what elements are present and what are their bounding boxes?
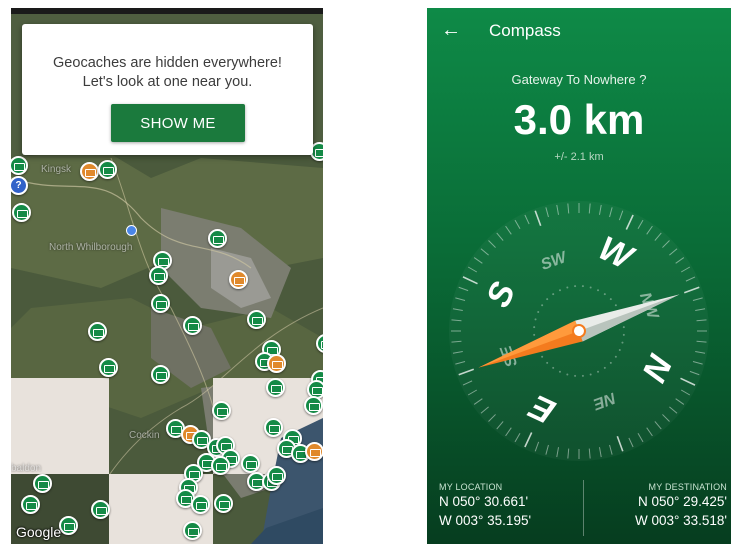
geocache-marker[interactable] (247, 310, 266, 329)
dial-inner-dot (566, 373, 569, 376)
my-location-panel: MY LOCATION N 050° 30.661' W 003° 35.195… (439, 482, 531, 530)
dial-inner-dot (574, 285, 577, 288)
geocache-marker[interactable] (208, 229, 227, 248)
onboarding-text-line2: Let's look at one near you. (82, 74, 253, 90)
google-attribution: Google (16, 524, 62, 540)
dial-inner-dot (558, 289, 561, 292)
onboarding-text-line1: Geocaches are hidden everywhere! (53, 55, 282, 71)
show-me-button[interactable]: SHOW ME (111, 104, 245, 142)
dial-inner-dot (609, 298, 612, 301)
my-destination-lon: W 003° 33.518' (634, 513, 727, 528)
my-destination-lat: N 050° 29.425' (637, 494, 727, 509)
my-location-lon: W 003° 35.195' (439, 513, 532, 528)
my-destination-label: MY DESTINATION (648, 482, 727, 492)
distance-readout: 3.0 km (513, 96, 645, 143)
geocache-marker[interactable] (151, 294, 170, 313)
my-location-lat: N 050° 30.661' (439, 494, 529, 509)
question-icon: ? (15, 180, 22, 191)
dial-inner-dot (566, 286, 569, 289)
arrow-left-icon[interactable]: ← (439, 18, 463, 42)
geocache-marker[interactable] (33, 474, 52, 493)
dial-inner-dot (558, 370, 561, 373)
dial-inner-dot (603, 366, 606, 369)
dial-inner-dot (603, 293, 606, 296)
dial-inner-dot (622, 333, 625, 336)
dial-inner-dot (597, 289, 600, 292)
geocache-marker[interactable] (266, 378, 285, 397)
dial-inner-dot (609, 361, 612, 364)
geocache-marker[interactable] (151, 365, 170, 384)
onboarding-card: Geocaches are hidden everywhere! Let's l… (22, 24, 313, 155)
geocache-marker-highlight[interactable] (80, 162, 99, 181)
dial-inner-dot (533, 333, 536, 336)
panel-divider (583, 480, 584, 536)
map-place-label: North Whilborough (49, 242, 133, 253)
geocache-marker[interactable] (267, 466, 286, 485)
geocache-marker[interactable] (264, 418, 283, 437)
map-place-label: baldon (11, 463, 42, 474)
dial-inner-dot (622, 326, 625, 329)
geocache-marker[interactable] (304, 396, 323, 415)
cache-name: Gateway To Nowhere ? (511, 72, 647, 87)
dial-inner-dot (589, 373, 592, 376)
dial-inner-dot (541, 355, 544, 358)
dial-inner-dot (614, 355, 617, 358)
geocache-marker[interactable] (191, 495, 210, 514)
dial-inner-dot (574, 374, 577, 377)
geocache-marker[interactable] (211, 456, 230, 475)
geocache-marker[interactable] (12, 203, 31, 222)
geocache-marker[interactable] (241, 454, 260, 473)
dial-inner-dot (597, 370, 600, 373)
dial-inner-dot (546, 298, 549, 301)
dial-inner-dot (621, 341, 624, 344)
my-location-label: MY LOCATION (439, 482, 503, 492)
screenshot-stage: Kingsk North Whilborough Cockin baldon ? (0, 0, 731, 544)
dial-inner-dot (618, 349, 621, 352)
geocache-marker[interactable] (88, 322, 107, 341)
geocache-marker[interactable] (59, 516, 78, 535)
dial-inner-dot (581, 374, 584, 377)
geocache-marker[interactable] (99, 358, 118, 377)
compass-screen: ← Compass Gateway To Nowhere ? 3.0 km +/… (427, 8, 731, 544)
dial-inner-dot (541, 304, 544, 307)
dial-inner-dot (614, 304, 617, 307)
map-screen[interactable]: Kingsk North Whilborough Cockin baldon ? (11, 8, 323, 544)
dial-inner-dot (537, 310, 540, 313)
geocache-marker[interactable] (21, 495, 40, 514)
dial-inner-dot (581, 285, 584, 288)
dial-inner-dot (589, 286, 592, 289)
geocache-marker[interactable] (212, 401, 231, 420)
map-place-label: Cockin (129, 430, 160, 441)
geocache-marker-highlight[interactable] (229, 270, 248, 289)
accuracy-readout: +/- 2.1 km (554, 151, 604, 163)
app-bar: ← Compass (427, 8, 731, 56)
geocache-marker[interactable] (91, 500, 110, 519)
my-destination-panel: MY DESTINATION N 050° 29.425' W 003° 33.… (635, 482, 727, 530)
map-place-label: Kingsk (41, 164, 72, 175)
dial-inner-dot (533, 326, 536, 329)
geocache-marker[interactable] (149, 266, 168, 285)
unknown-cache-marker[interactable]: ? (11, 176, 28, 195)
compass-dial: NNEESESSWWNW (449, 201, 709, 461)
dial-inner-dot (552, 293, 555, 296)
dial-inner-dot (534, 318, 537, 321)
geocache-marker-highlight[interactable] (305, 442, 323, 461)
dial-inner-dot (552, 366, 555, 369)
dial-inner-dot (546, 361, 549, 364)
geocache-marker-highlight[interactable] (267, 354, 286, 373)
status-bar (11, 8, 323, 14)
geocache-marker[interactable] (214, 494, 233, 513)
current-location-dot (126, 225, 137, 236)
geocache-marker[interactable] (183, 521, 202, 540)
geocache-marker[interactable] (183, 316, 202, 335)
geocache-marker[interactable] (98, 160, 117, 179)
page-title: Compass (489, 21, 561, 40)
